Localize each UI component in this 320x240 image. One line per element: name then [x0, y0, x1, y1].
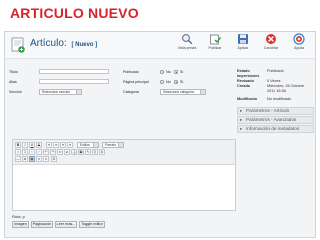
- alias-label: Alias: [9, 80, 17, 84]
- subscript-button[interactable]: x: [36, 156, 42, 162]
- alias-input[interactable]: [39, 79, 109, 84]
- published-yes-label: Sí: [180, 70, 184, 74]
- status-value: Publicado: [267, 69, 284, 73]
- title-input[interactable]: [39, 69, 109, 74]
- details-panel: Título Alias Sección Seleccione sección …: [5, 59, 236, 237]
- unlink-button[interactable]: ⌀: [64, 149, 70, 155]
- image-button[interactable]: ▣: [78, 149, 84, 155]
- hr-button[interactable]: —: [15, 156, 21, 162]
- cancel-label: Cancelar: [263, 46, 279, 50]
- preview-icon: [182, 34, 193, 45]
- help-label: Ayuda: [293, 46, 305, 50]
- strike-button[interactable]: S: [36, 142, 42, 148]
- outdent-button[interactable]: ‹: [29, 149, 35, 155]
- published-label: Publicado: [123, 70, 139, 74]
- link-button[interactable]: ∞: [57, 149, 63, 155]
- editor: B I U S ≡ ≡ ≡ ≡ Estilos Párrafo • 1 ‹ › …: [12, 139, 236, 211]
- bold-button[interactable]: B: [15, 142, 21, 148]
- category-label: Categoría: [123, 90, 139, 94]
- publish-button[interactable]: Publicar: [201, 33, 229, 50]
- underline-button[interactable]: U: [29, 142, 35, 148]
- published-no-radio[interactable]: [160, 70, 164, 74]
- modified-label: Modificado: [237, 97, 258, 101]
- page-header: Artículo: [ Nuevo ] Vista previa Publica…: [5, 32, 315, 59]
- pane-metadata[interactable]: Información de metadatos: [237, 125, 314, 133]
- published-yes-radio[interactable]: [174, 70, 178, 74]
- readmore-button[interactable]: Leer más...: [55, 221, 77, 228]
- number-list-button[interactable]: 1: [22, 149, 28, 155]
- align-center-button[interactable]: ≡: [53, 142, 59, 148]
- section-label: Sección: [9, 90, 22, 94]
- page-title-text: Artículo:: [30, 38, 67, 49]
- remove-format-button[interactable]: ⊘: [22, 156, 28, 162]
- cleanup-button[interactable]: ✎: [85, 149, 91, 155]
- preview-button[interactable]: Vista previa: [173, 33, 201, 50]
- article-form: Título Alias Sección Seleccione sección …: [5, 59, 315, 237]
- help-button[interactable]: Ayuda: [285, 33, 313, 50]
- special-char-button[interactable]: Ω: [51, 156, 57, 162]
- indent-button[interactable]: ›: [36, 149, 42, 155]
- editor-path: Ruta: p: [12, 214, 25, 219]
- frontpage-no-label: No: [166, 80, 171, 84]
- italic-button[interactable]: I: [22, 142, 28, 148]
- status-label: Estado: [237, 69, 250, 73]
- cancel-icon: [266, 34, 276, 44]
- publish-label: Publicar: [208, 46, 222, 50]
- editor-toolbar: B I U S ≡ ≡ ≡ ≡ Estilos Párrafo • 1 ‹ › …: [13, 140, 235, 165]
- cancel-button[interactable]: Cancelar: [257, 33, 285, 50]
- format-select[interactable]: Párrafo: [102, 142, 124, 148]
- info-panel: Estado Publicado Impresiones Revisado 0 …: [236, 59, 314, 237]
- page-subtitle: [ Nuevo ]: [71, 42, 98, 48]
- impressions-label: Impresiones: [237, 74, 260, 78]
- styles-select[interactable]: Estilos: [77, 142, 99, 148]
- pane-advanced-params[interactable]: Parámetros - Avanzados: [237, 116, 314, 124]
- pane-article-params[interactable]: Parámetros - Artículo: [237, 107, 314, 115]
- category-select[interactable]: Seleccione categoría: [160, 89, 206, 95]
- frontpage-yes-radio[interactable]: [174, 80, 178, 84]
- title-label: Título: [9, 70, 18, 74]
- frontpage-label: Página principal: [123, 80, 149, 84]
- published-no-label: No: [166, 70, 171, 74]
- publish-icon: [210, 34, 221, 45]
- anchor-button[interactable]: ⚓: [71, 149, 77, 155]
- frontpage-no-radio[interactable]: [160, 80, 164, 84]
- apply-label: Aplicar: [237, 46, 249, 50]
- help-icon: [293, 33, 305, 45]
- toggle-editor-button[interactable]: Toggle editor: [79, 221, 105, 228]
- article-add-icon: [11, 37, 25, 53]
- justify-button[interactable]: ≡: [67, 142, 73, 148]
- created-label: Creado: [237, 84, 251, 88]
- code-button[interactable]: ⟨⟩: [92, 149, 98, 155]
- align-left-button[interactable]: ≡: [46, 142, 52, 148]
- align-right-button[interactable]: ≡: [60, 142, 66, 148]
- bullet-list-button[interactable]: •: [15, 149, 21, 155]
- redo-button[interactable]: ↷: [50, 149, 56, 155]
- revised-value: 0 Veces: [267, 79, 281, 83]
- page-title: Artículo: [ Nuevo ]: [30, 38, 97, 49]
- color-button[interactable]: A: [99, 149, 105, 155]
- created-value: Miércoles, 26 Octubre 2011 16:38: [267, 84, 305, 93]
- slide-title: ARTICULO NUEVO: [10, 5, 139, 21]
- preview-label: Vista previa: [177, 46, 197, 50]
- image-insert-button[interactable]: Imagen: [12, 221, 29, 228]
- section-select[interactable]: Seleccione sección: [39, 89, 82, 95]
- superscript-button[interactable]: x: [43, 156, 49, 162]
- cms-window: Artículo: [ Nuevo ] Vista previa Publica…: [4, 31, 316, 238]
- revised-label: Revisado: [237, 79, 254, 83]
- apply-icon: [238, 34, 248, 44]
- modified-value: No modificado: [267, 97, 292, 101]
- visual-aid-button[interactable]: ▦: [29, 156, 35, 162]
- apply-button[interactable]: Aplicar: [229, 33, 257, 50]
- frontpage-yes-label: Sí: [180, 80, 184, 84]
- undo-button[interactable]: ↶: [43, 149, 49, 155]
- pagebreak-button[interactable]: Paginación: [31, 221, 53, 228]
